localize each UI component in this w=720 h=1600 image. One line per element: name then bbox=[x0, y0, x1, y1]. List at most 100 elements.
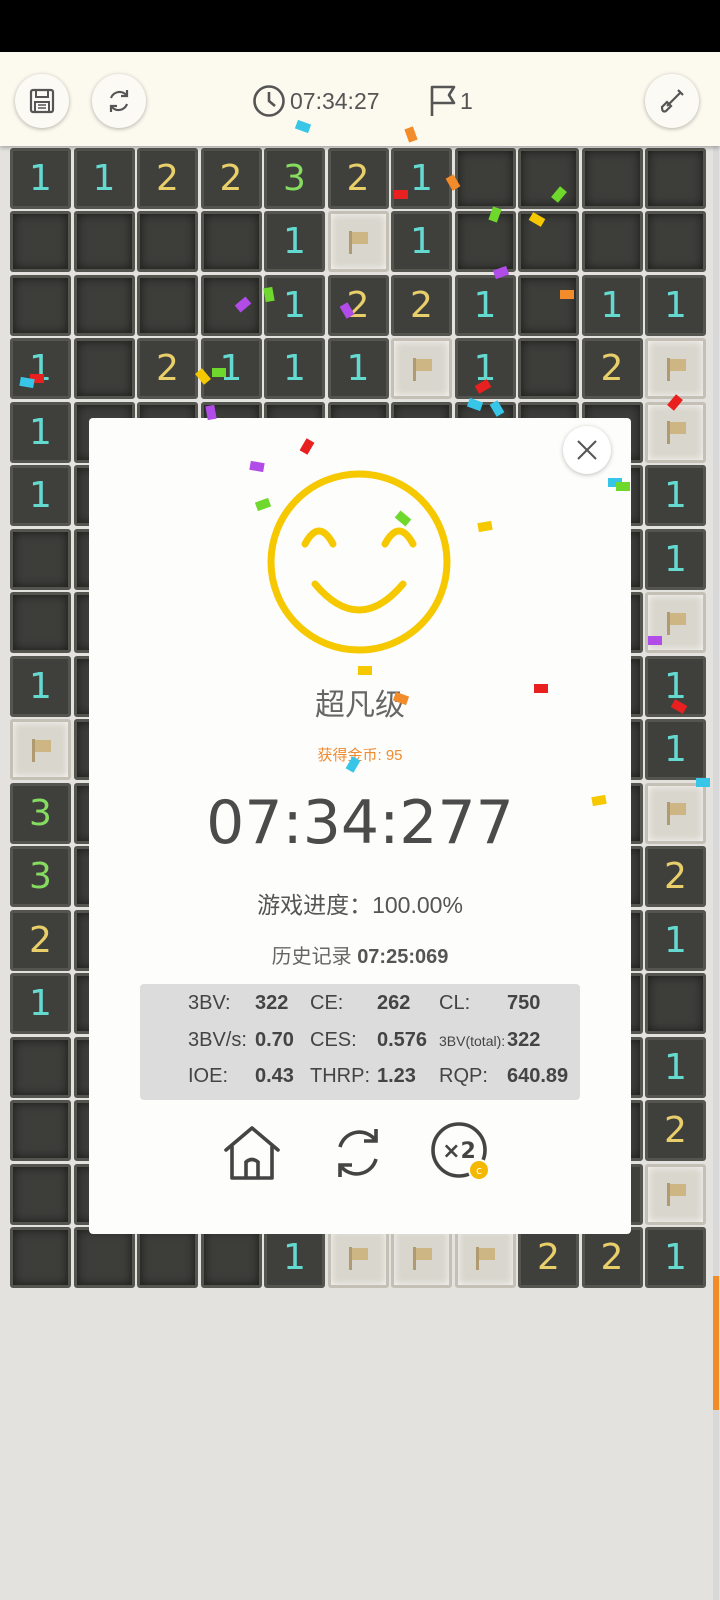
number-cell[interactable]: 2 bbox=[137, 147, 198, 209]
number-cell[interactable]: 2 bbox=[327, 274, 389, 336]
number-cell[interactable]: 1 bbox=[581, 274, 643, 336]
home-button[interactable] bbox=[217, 1118, 287, 1188]
hidden-cell[interactable] bbox=[137, 1227, 198, 1288]
number-cell[interactable]: 1 bbox=[391, 147, 452, 209]
number-cell[interactable]: 2 bbox=[327, 147, 389, 209]
number-cell[interactable]: 1 bbox=[10, 655, 71, 717]
flagged-cell[interactable] bbox=[645, 782, 706, 844]
number-cell[interactable]: 1 bbox=[10, 973, 71, 1034]
number-cell[interactable]: 1 bbox=[645, 909, 706, 971]
number-cell[interactable]: 2 bbox=[518, 1227, 579, 1288]
number-cell[interactable]: 1 bbox=[645, 1227, 706, 1288]
hidden-cell[interactable] bbox=[200, 1227, 262, 1288]
hidden-cell[interactable] bbox=[518, 211, 579, 272]
smiley-face-icon bbox=[267, 470, 451, 654]
number-cell[interactable]: 3 bbox=[264, 147, 325, 209]
number-cell[interactable]: 1 bbox=[73, 147, 135, 209]
scrollbar-thumb[interactable] bbox=[713, 1276, 719, 1410]
hidden-cell[interactable] bbox=[10, 1163, 71, 1225]
number-cell[interactable]: 1 bbox=[264, 274, 325, 336]
number-cell[interactable]: 2 bbox=[10, 909, 71, 971]
number-cell[interactable]: 2 bbox=[137, 338, 198, 399]
hidden-cell[interactable] bbox=[10, 592, 71, 653]
number-cell[interactable]: 1 bbox=[264, 1227, 325, 1288]
flagged-cell[interactable] bbox=[391, 1227, 452, 1288]
hidden-cell[interactable] bbox=[581, 147, 643, 209]
number-cell[interactable]: 2 bbox=[391, 274, 452, 336]
flagged-cell[interactable] bbox=[327, 211, 389, 272]
hidden-cell[interactable] bbox=[454, 211, 516, 272]
number-cell[interactable]: 1 bbox=[645, 719, 706, 780]
number-cell[interactable]: 1 bbox=[10, 465, 71, 526]
number-cell[interactable]: 2 bbox=[581, 338, 643, 399]
flagged-cell[interactable] bbox=[645, 1163, 706, 1225]
hidden-cell[interactable] bbox=[137, 274, 198, 336]
hidden-cell[interactable] bbox=[581, 211, 643, 272]
restart-button[interactable] bbox=[92, 74, 146, 128]
number-cell[interactable]: 2 bbox=[645, 1100, 706, 1161]
number-cell[interactable]: 1 bbox=[645, 274, 706, 336]
flag-icon bbox=[430, 85, 456, 116]
number-cell[interactable]: 1 bbox=[10, 147, 71, 209]
hidden-cell[interactable] bbox=[10, 528, 71, 590]
hidden-cell[interactable] bbox=[73, 274, 135, 336]
number-cell[interactable]: 1 bbox=[645, 528, 706, 590]
restart-icon bbox=[109, 90, 129, 112]
number-cell[interactable]: 1 bbox=[200, 338, 262, 399]
save-button[interactable] bbox=[15, 74, 69, 128]
flag-icon bbox=[412, 1246, 432, 1270]
hidden-cell[interactable] bbox=[137, 211, 198, 272]
stat-label: 3BV: bbox=[188, 992, 231, 1014]
flagged-cell[interactable] bbox=[645, 401, 706, 463]
number-cell[interactable]: 2 bbox=[200, 147, 262, 209]
status-bar bbox=[0, 0, 720, 52]
number-cell[interactable]: 1 bbox=[264, 338, 325, 399]
hidden-cell[interactable] bbox=[645, 147, 706, 209]
cell-number: 1 bbox=[346, 348, 370, 389]
number-cell[interactable]: 1 bbox=[264, 211, 325, 272]
number-cell[interactable]: 1 bbox=[327, 338, 389, 399]
hidden-cell[interactable] bbox=[454, 147, 516, 209]
hidden-cell[interactable] bbox=[73, 338, 135, 399]
flagged-cell[interactable] bbox=[454, 1227, 516, 1288]
flagged-cell[interactable] bbox=[391, 338, 452, 399]
number-cell[interactable]: 3 bbox=[10, 846, 71, 907]
hidden-cell[interactable] bbox=[645, 211, 706, 272]
stat-value: 262 bbox=[377, 992, 411, 1014]
replay-button[interactable] bbox=[323, 1118, 393, 1188]
game-result-dialog: 超凡级 获得金币: 95 07:34:277 游戏进度：100.00% 历史记录… bbox=[89, 418, 631, 1234]
hidden-cell[interactable] bbox=[518, 274, 579, 336]
hidden-cell[interactable] bbox=[518, 338, 579, 399]
number-cell[interactable]: 1 bbox=[10, 401, 71, 463]
number-cell[interactable]: 1 bbox=[645, 1036, 706, 1098]
hidden-cell[interactable] bbox=[10, 211, 71, 272]
flagged-cell[interactable] bbox=[327, 1227, 389, 1288]
cell-number: 2 bbox=[664, 1110, 687, 1151]
flag-icon bbox=[666, 421, 686, 444]
stat-value: 750 bbox=[507, 992, 541, 1014]
hidden-cell[interactable] bbox=[73, 211, 135, 272]
hidden-cell[interactable] bbox=[200, 211, 262, 272]
number-cell[interactable]: 1 bbox=[391, 211, 452, 272]
number-cell[interactable]: 1 bbox=[645, 465, 706, 526]
double-reward-button[interactable]: c ×2 bbox=[427, 1118, 497, 1188]
hidden-cell[interactable] bbox=[10, 1227, 71, 1288]
number-cell[interactable]: 1 bbox=[10, 338, 71, 399]
number-cell[interactable]: 2 bbox=[581, 1227, 643, 1288]
hidden-cell[interactable] bbox=[10, 274, 71, 336]
clock-icon bbox=[253, 85, 285, 117]
hidden-cell[interactable] bbox=[10, 1100, 71, 1161]
hidden-cell[interactable] bbox=[200, 274, 262, 336]
hidden-cell[interactable] bbox=[645, 973, 706, 1034]
close-button[interactable] bbox=[563, 426, 611, 474]
number-cell[interactable]: 2 bbox=[645, 846, 706, 907]
hidden-cell[interactable] bbox=[10, 1036, 71, 1098]
hidden-cell[interactable] bbox=[73, 1227, 135, 1288]
hidden-cell[interactable] bbox=[518, 147, 579, 209]
flagged-cell[interactable] bbox=[10, 719, 71, 780]
number-cell[interactable]: 1 bbox=[454, 274, 516, 336]
shovel-button[interactable] bbox=[645, 74, 699, 128]
stat-value: 0.70 bbox=[255, 1029, 294, 1051]
flagged-cell[interactable] bbox=[645, 338, 706, 399]
number-cell[interactable]: 3 bbox=[10, 782, 71, 844]
